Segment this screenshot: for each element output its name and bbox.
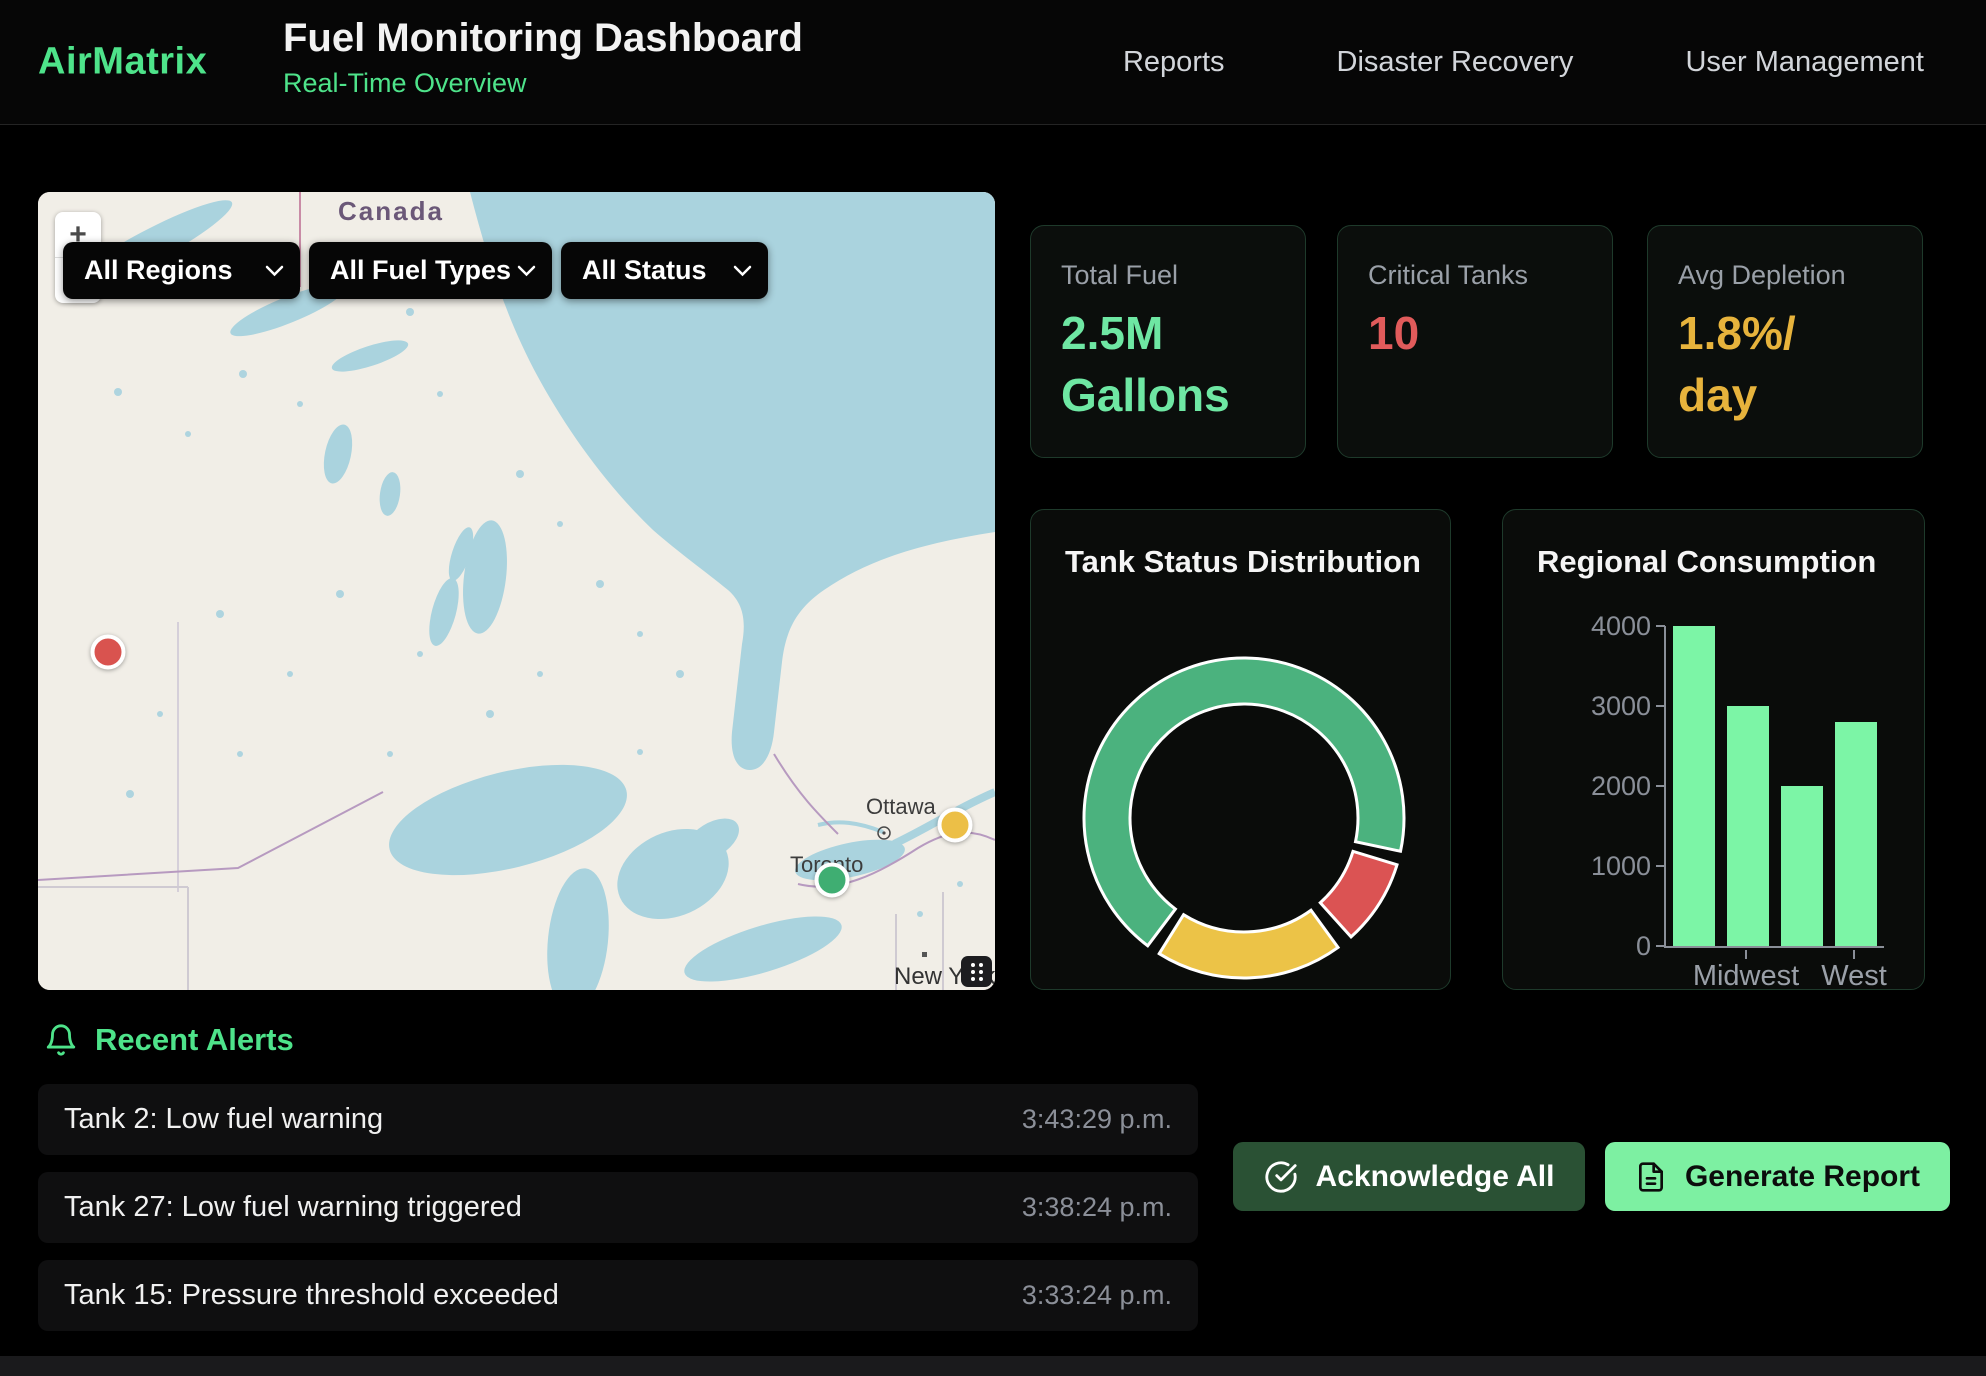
- alert-timestamp: 3:33:24 p.m.: [1022, 1280, 1172, 1311]
- y-axis-tick: [1656, 865, 1665, 867]
- bar-region-3: [1781, 786, 1823, 946]
- stat-card-critical-tanks: Critical Tanks 10: [1337, 225, 1613, 458]
- y-axis-tick: [1656, 945, 1665, 947]
- alert-row[interactable]: Tank 15: Pressure threshold exceeded 3:3…: [38, 1260, 1198, 1331]
- map-marker-warning[interactable]: [937, 807, 972, 842]
- bar-plot-area: [1664, 626, 1884, 948]
- chevron-down-icon: [517, 265, 536, 277]
- alerts-title: Recent Alerts: [95, 1022, 294, 1058]
- map-marker-critical[interactable]: [90, 634, 125, 669]
- fuel-type-filter-value: All Fuel Types: [330, 255, 511, 286]
- stat-value: 10: [1368, 303, 1582, 365]
- y-axis-tick: [1656, 625, 1665, 627]
- map-city-dot-new-york: [922, 952, 927, 957]
- y-axis-tick-label: 2000: [1591, 772, 1651, 800]
- app-header: AirMatrix Fuel Monitoring Dashboard Real…: [0, 0, 1986, 125]
- region-filter-dropdown[interactable]: All Regions: [63, 242, 300, 299]
- map-resize-handle[interactable]: [961, 956, 992, 987]
- drag-dots-icon: [968, 961, 986, 983]
- map-svg: Canada Ottawa Toronto New York: [38, 192, 995, 990]
- app-logo: AirMatrix: [38, 41, 207, 84]
- y-axis-tick-label: 3000: [1591, 692, 1651, 720]
- chevron-down-icon: [265, 265, 284, 277]
- region-filter-value: All Regions: [84, 255, 233, 286]
- generate-report-label: Generate Report: [1685, 1160, 1920, 1194]
- dashboard-page: AirMatrix Fuel Monitoring Dashboard Real…: [0, 0, 1986, 1376]
- alert-timestamp: 3:38:24 p.m.: [1022, 1192, 1172, 1223]
- y-axis-tick: [1656, 705, 1665, 707]
- fuel-type-filter-dropdown[interactable]: All Fuel Types: [309, 242, 552, 299]
- alert-message: Tank 27: Low fuel warning triggered: [64, 1191, 522, 1224]
- alert-row[interactable]: Tank 2: Low fuel warning 3:43:29 p.m.: [38, 1084, 1198, 1155]
- y-axis-tick-label: 1000: [1591, 852, 1651, 880]
- map-label-canada: Canada: [338, 196, 444, 226]
- page-subtitle: Real-Time Overview: [283, 68, 803, 99]
- donut-segment-warning: [1159, 910, 1338, 978]
- bell-icon: [44, 1022, 78, 1058]
- alert-timestamp: 3:43:29 p.m.: [1022, 1104, 1172, 1135]
- check-circle-icon: [1264, 1160, 1298, 1194]
- y-axis-tick: [1656, 785, 1665, 787]
- stat-value: 2.5MGallons: [1061, 303, 1275, 426]
- acknowledge-all-button[interactable]: Acknowledge All: [1233, 1142, 1585, 1211]
- footer-bar: [0, 1356, 1986, 1376]
- donut-chart: [1031, 510, 1452, 991]
- stat-label: Avg Depletion: [1678, 260, 1892, 291]
- x-axis-tick-label: West: [1774, 960, 1934, 993]
- alert-row[interactable]: Tank 27: Low fuel warning triggered 3:38…: [38, 1172, 1198, 1243]
- nav-item-disaster-recovery[interactable]: Disaster Recovery: [1337, 46, 1574, 79]
- stat-value: 1.8%/day: [1678, 303, 1892, 426]
- regional-consumption-card: Regional Consumption 01000200030004000Mi…: [1502, 509, 1925, 990]
- x-axis-tick: [1745, 950, 1747, 959]
- main-nav: Reports Disaster Recovery User Managemen…: [1123, 0, 1924, 124]
- alert-message: Tank 15: Pressure threshold exceeded: [64, 1279, 559, 1312]
- bar-chart: 01000200030004000MidwestWest: [1503, 510, 1924, 989]
- document-icon: [1635, 1161, 1667, 1193]
- bar-region-1: [1673, 626, 1715, 946]
- donut-segment-critical: [1320, 851, 1397, 937]
- chevron-down-icon: [733, 265, 752, 277]
- bar-west: [1835, 722, 1877, 946]
- alert-message: Tank 2: Low fuel warning: [64, 1103, 383, 1136]
- map-marker-normal[interactable]: [815, 862, 850, 897]
- stat-card-total-fuel: Total Fuel 2.5MGallons: [1030, 225, 1306, 458]
- alerts-header: Recent Alerts: [44, 1022, 294, 1058]
- nav-item-reports[interactable]: Reports: [1123, 46, 1225, 79]
- bar-midwest: [1727, 706, 1769, 946]
- tank-status-distribution-card: Tank Status Distribution: [1030, 509, 1451, 990]
- page-title: Fuel Monitoring Dashboard: [283, 16, 803, 61]
- map-label-ottawa: Ottawa: [866, 794, 936, 819]
- stat-label: Total Fuel: [1061, 260, 1275, 291]
- title-block: Fuel Monitoring Dashboard Real-Time Over…: [283, 16, 803, 99]
- map-pane[interactable]: Canada Ottawa Toronto New York + − All R…: [38, 192, 995, 990]
- map-filter-bar: All Regions All Fuel Types All Status: [63, 242, 768, 299]
- status-filter-value: All Status: [582, 255, 707, 286]
- y-axis-tick-label: 0: [1591, 932, 1651, 960]
- status-filter-dropdown[interactable]: All Status: [561, 242, 768, 299]
- stat-label: Critical Tanks: [1368, 260, 1582, 291]
- stat-card-avg-depletion: Avg Depletion 1.8%/day: [1647, 225, 1923, 458]
- acknowledge-all-label: Acknowledge All: [1316, 1160, 1555, 1194]
- generate-report-button[interactable]: Generate Report: [1605, 1142, 1950, 1211]
- map-city-dot-ottawa: [882, 831, 885, 834]
- x-axis-tick: [1853, 950, 1855, 959]
- nav-item-user-management[interactable]: User Management: [1685, 46, 1924, 79]
- y-axis-tick-label: 4000: [1591, 612, 1651, 640]
